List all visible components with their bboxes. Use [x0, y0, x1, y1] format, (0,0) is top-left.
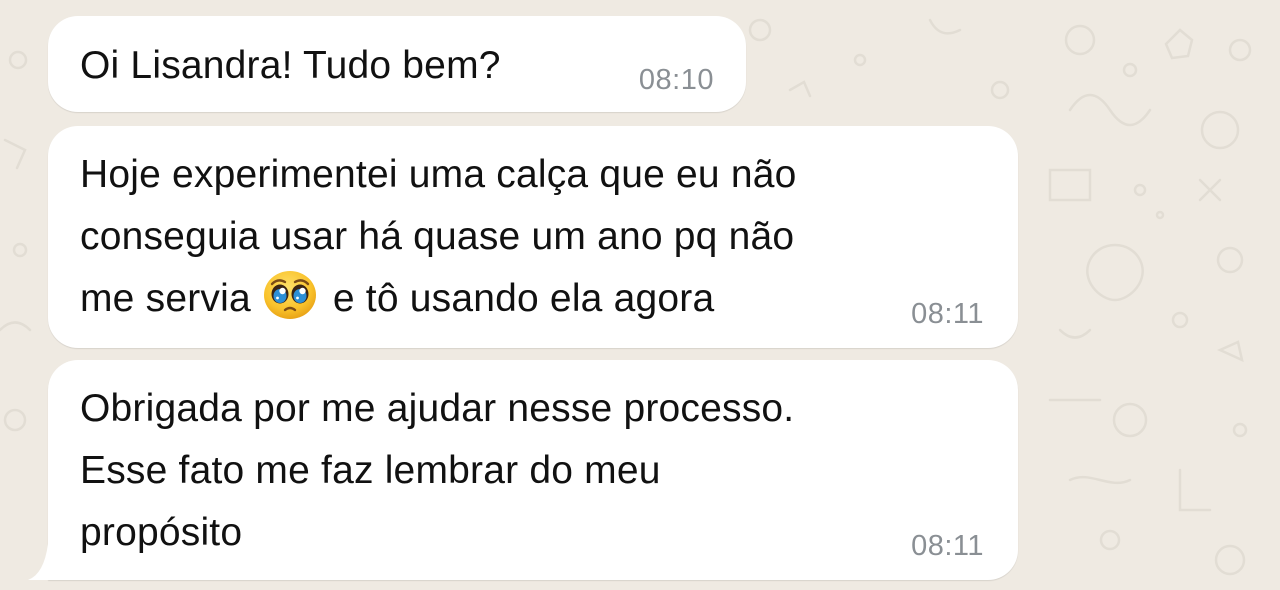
message-bubble-tail — [28, 544, 64, 580]
message-timestamp: 08:11 — [911, 298, 984, 330]
message-line-segment: me servia — [80, 277, 251, 320]
message-text: Oi Lisandra! Tudo bem? — [80, 35, 501, 97]
message-text: Obrigada por me ajudar nesse processo. E… — [80, 378, 794, 564]
message-bubble[interactable]: Obrigada por me ajudar nesse processo. E… — [48, 360, 1018, 580]
message-timestamp: 08:10 — [638, 64, 714, 96]
message-line: conseguia usar há quase um ano pq não — [80, 215, 795, 258]
message-bubble[interactable]: Oi Lisandra! Tudo bem? 08:10 — [48, 16, 746, 112]
message-bubble[interactable]: Hoje experimentei uma calça que eu não c… — [48, 126, 1018, 348]
message-line: Esse fato me faz lembrar do meu — [80, 449, 661, 492]
pleading-face-emoji — [261, 269, 319, 321]
message-line: propósito — [80, 511, 243, 554]
message-line: me servia e tô usando ela agora — [80, 268, 797, 330]
chat-messages: Oi Lisandra! Tudo bem? 08:10 Hoje experi… — [0, 0, 1280, 590]
message-line: Oi Lisandra! Tudo bem? — [80, 44, 501, 87]
message-text: Hoje experimentei uma calça que eu não c… — [80, 144, 797, 330]
message-line: Obrigada por me ajudar nesse processo. — [80, 387, 795, 430]
message-timestamp: 08:11 — [911, 530, 984, 562]
message-line: Hoje experimentei uma calça que eu não — [80, 153, 797, 196]
message-line-segment: e tô usando ela agora — [332, 277, 715, 320]
